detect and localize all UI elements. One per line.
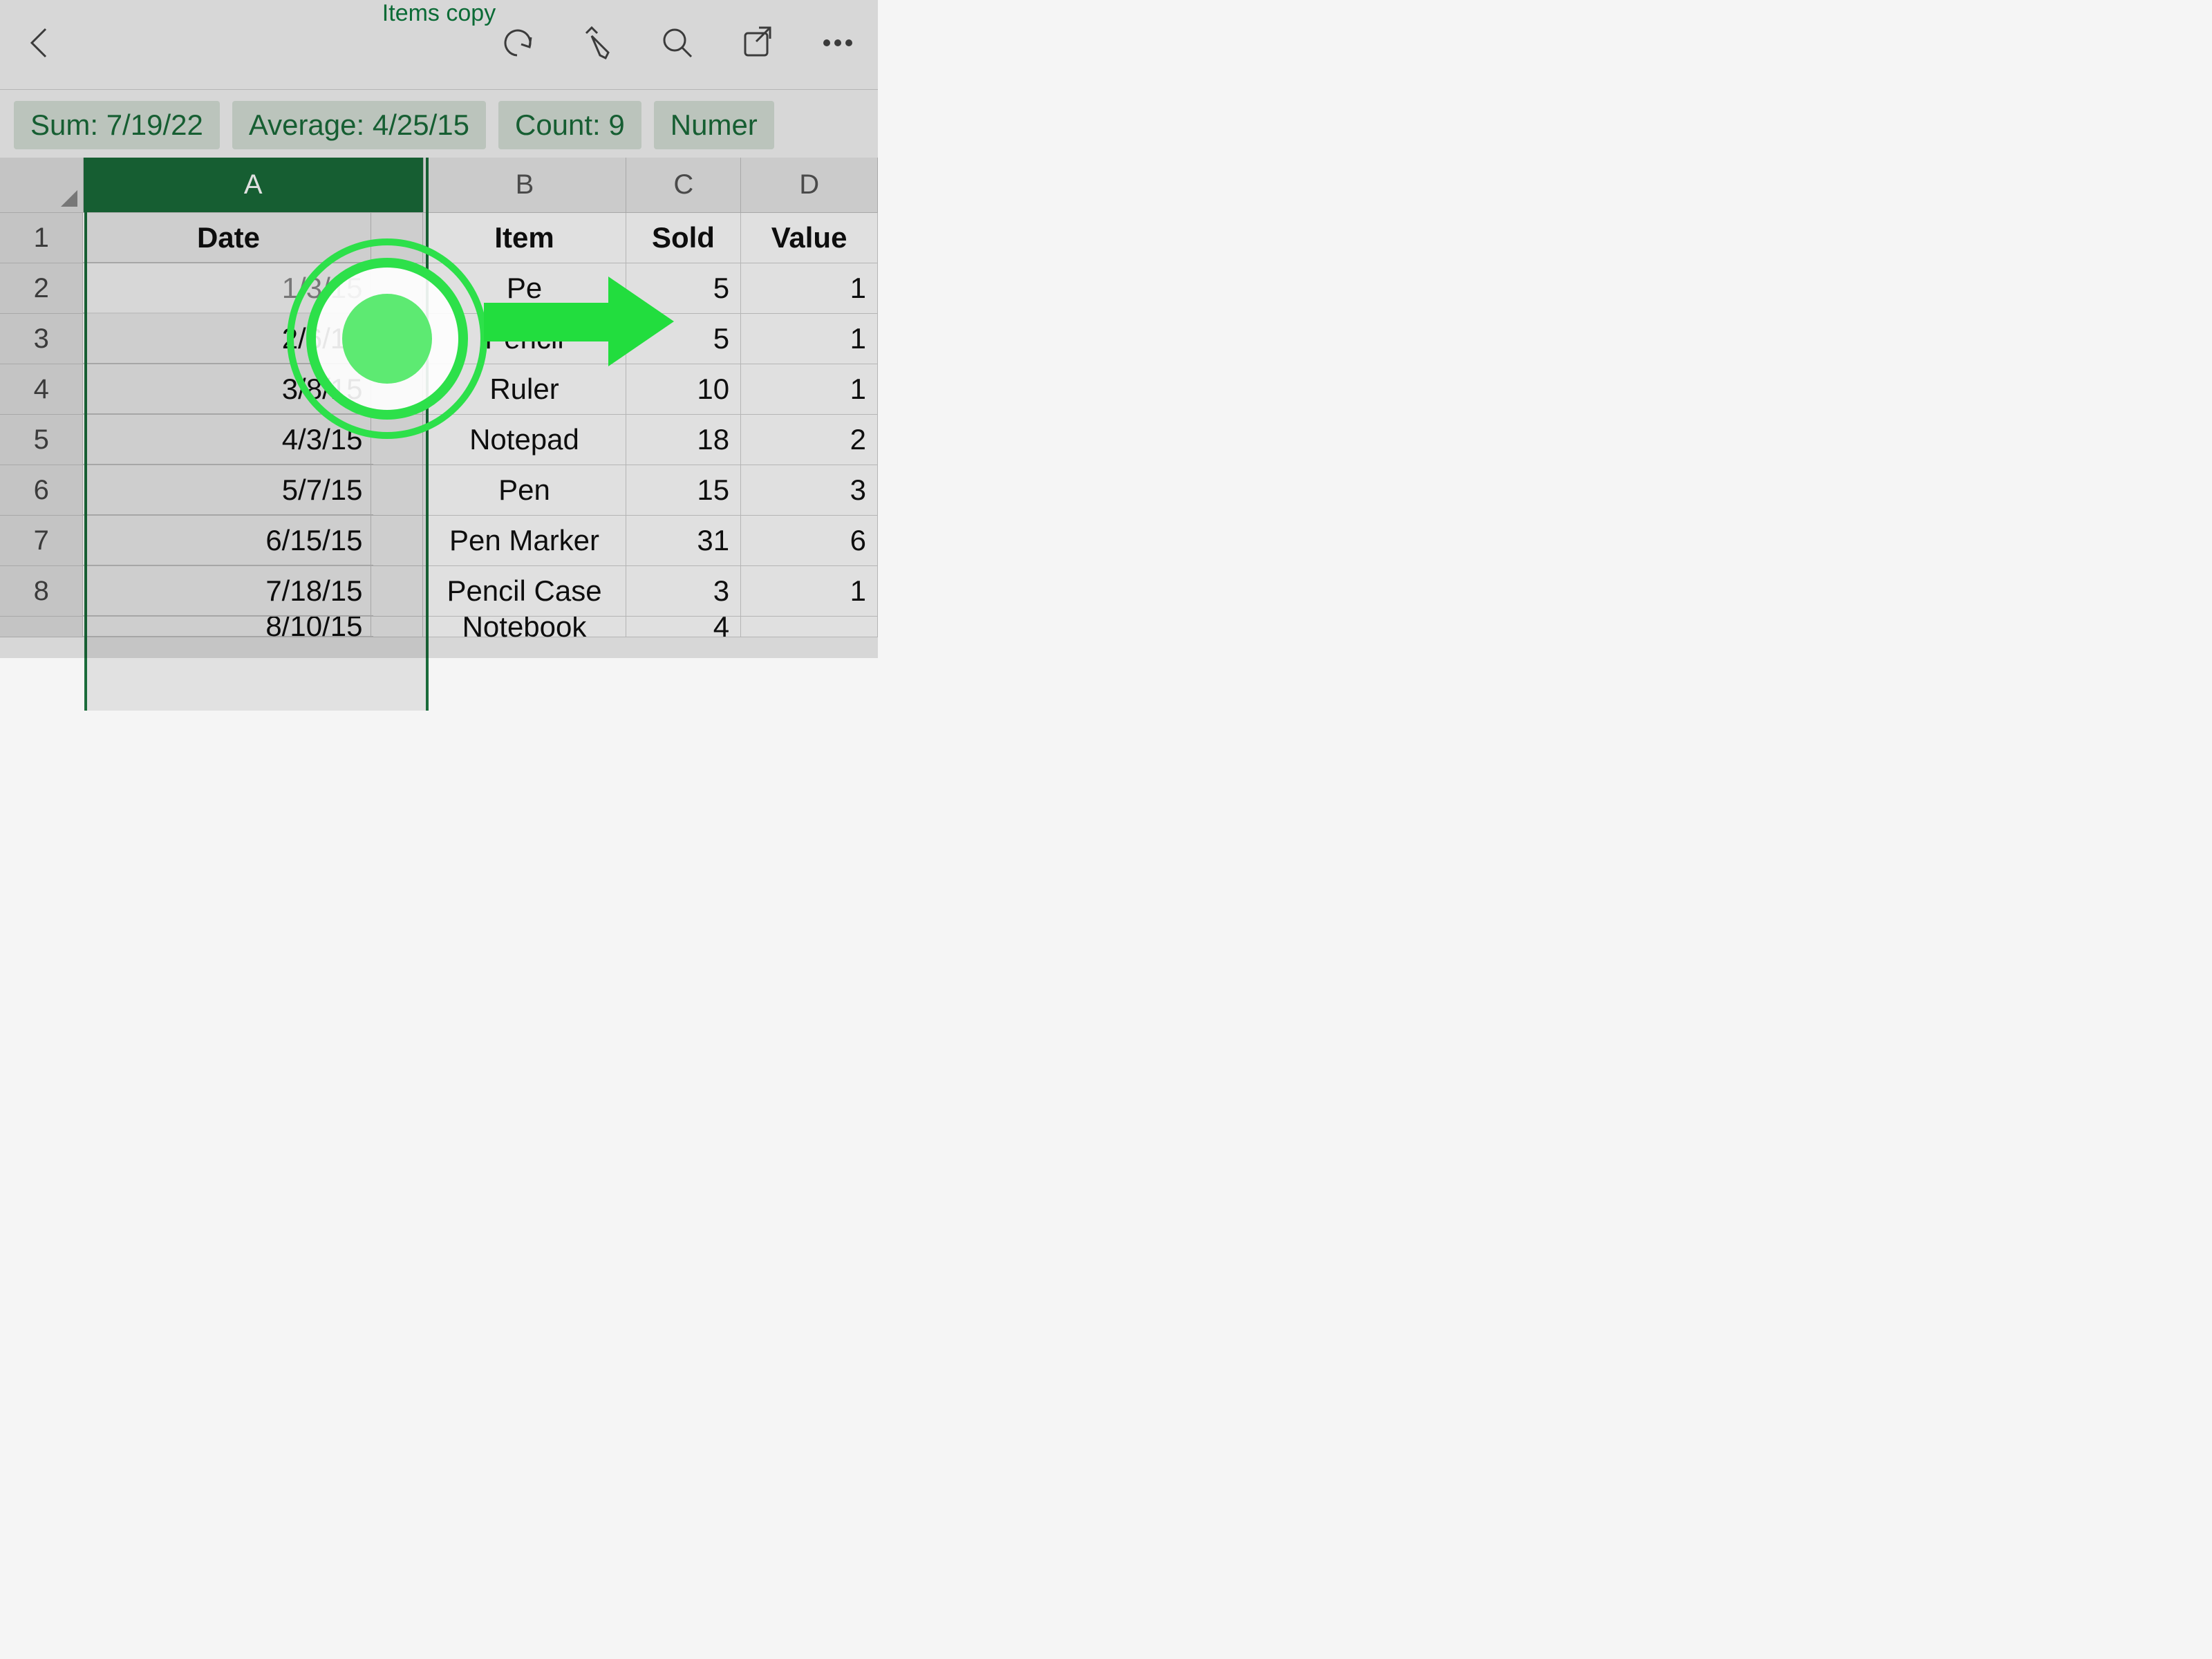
data-rows: 1 Date Item Sold Value 2 1/3/15 Pe 5 1 3… (0, 213, 878, 637)
column-headers: A B C D (0, 158, 878, 213)
table-row: 1 Date Item Sold Value (0, 213, 878, 263)
cell[interactable]: 1/3/15 (83, 263, 373, 313)
table-row: 6 5/7/15 Pen 15 3 (0, 465, 878, 516)
row-header[interactable]: 8 (0, 566, 83, 617)
cell[interactable]: Item (423, 213, 626, 263)
cell[interactable]: 15 (626, 465, 741, 516)
table-row: 3 2/6/15 Pencil 5 1 (0, 314, 878, 364)
cell[interactable]: 2 (741, 415, 878, 465)
row-header[interactable]: 3 (0, 314, 83, 364)
toolbar: Items copy (0, 0, 878, 90)
stats-bar: Sum: 7/19/22 Average: 4/25/15 Count: 9 N… (0, 90, 878, 158)
row-header[interactable]: 1 (0, 213, 83, 263)
cell[interactable]: 5/7/15 (83, 465, 373, 515)
cell[interactable]: 1 (741, 364, 878, 415)
toolbar-actions (498, 24, 857, 66)
undo-icon (498, 24, 536, 62)
table-row: 2 1/3/15 Pe 5 1 (0, 263, 878, 314)
table-row: 4 3/8/15 Ruler 10 1 (0, 364, 878, 415)
cell[interactable]: Pencil (423, 314, 626, 364)
cell[interactable]: Value (741, 213, 878, 263)
spreadsheet-grid[interactable]: A B C D 1 Date Item Sold Value 2 1/3/15 … (0, 158, 878, 637)
cell[interactable]: 6/15/15 (83, 516, 373, 565)
table-row: 5 4/3/15 Notepad 18 2 (0, 415, 878, 465)
undo-button[interactable] (498, 24, 536, 66)
cell[interactable]: 8/10/15 (83, 617, 373, 637)
cell[interactable]: 5 (626, 263, 741, 314)
cell[interactable]: 18 (626, 415, 741, 465)
document-title: Items copy (382, 0, 496, 27)
stat-average[interactable]: Average: 4/25/15 (232, 101, 486, 149)
cell[interactable]: 5 (626, 314, 741, 364)
more-icon (818, 24, 857, 62)
cell[interactable]: Pe (423, 263, 626, 314)
cell[interactable]: Notebook (423, 617, 626, 637)
back-button[interactable] (21, 24, 59, 66)
table-row: 8 7/18/15 Pencil Case 3 1 (0, 566, 878, 617)
edit-pen-icon (578, 24, 617, 62)
row-header[interactable]: 4 (0, 364, 83, 415)
stat-numerical[interactable]: Numer (654, 101, 774, 149)
cell[interactable]: 1 (741, 263, 878, 314)
row-header[interactable] (0, 617, 83, 637)
cell[interactable]: 31 (626, 516, 741, 566)
cell[interactable]: 10 (626, 364, 741, 415)
row-header[interactable]: 2 (0, 263, 83, 314)
row-header[interactable]: 5 (0, 415, 83, 465)
cell[interactable]: 1 (741, 566, 878, 617)
row-header[interactable]: 7 (0, 516, 83, 566)
table-row: 7 6/15/15 Pen Marker 31 6 (0, 516, 878, 566)
cell[interactable]: 2/6/15 (83, 314, 373, 364)
cell[interactable] (741, 617, 878, 637)
search-icon (658, 24, 697, 62)
cell[interactable]: 7/18/15 (83, 566, 373, 616)
share-icon (738, 24, 777, 62)
cell[interactable]: 3 (626, 566, 741, 617)
cell[interactable]: Pen Marker (423, 516, 626, 566)
column-header-a[interactable]: A (84, 158, 424, 213)
cell[interactable]: Pencil Case (423, 566, 626, 617)
column-header-b[interactable]: B (424, 158, 627, 213)
cell[interactable]: 4 (626, 617, 741, 637)
column-header-d[interactable]: D (741, 158, 878, 213)
cell[interactable]: 3/8/15 (83, 364, 373, 414)
row-header[interactable]: 6 (0, 465, 83, 516)
search-button[interactable] (658, 24, 697, 66)
chevron-left-icon (21, 24, 59, 62)
cell[interactable]: Ruler (423, 364, 626, 415)
cell[interactable]: Pen (423, 465, 626, 516)
table-row: 8/10/15 Notebook 4 (0, 617, 878, 637)
edit-button[interactable] (578, 24, 617, 66)
stat-sum[interactable]: Sum: 7/19/22 (14, 101, 220, 149)
cell[interactable]: 1 (741, 314, 878, 364)
select-all-corner[interactable] (0, 158, 84, 213)
cell[interactable]: Date (83, 213, 373, 263)
more-button[interactable] (818, 24, 857, 66)
cell[interactable]: 3 (741, 465, 878, 516)
cell[interactable]: 6 (741, 516, 878, 566)
cell[interactable]: Sold (626, 213, 741, 263)
cell[interactable]: Notepad (423, 415, 626, 465)
column-header-c[interactable]: C (626, 158, 741, 213)
cell[interactable]: 4/3/15 (83, 415, 373, 465)
stat-count[interactable]: Count: 9 (498, 101, 641, 149)
share-button[interactable] (738, 24, 777, 66)
